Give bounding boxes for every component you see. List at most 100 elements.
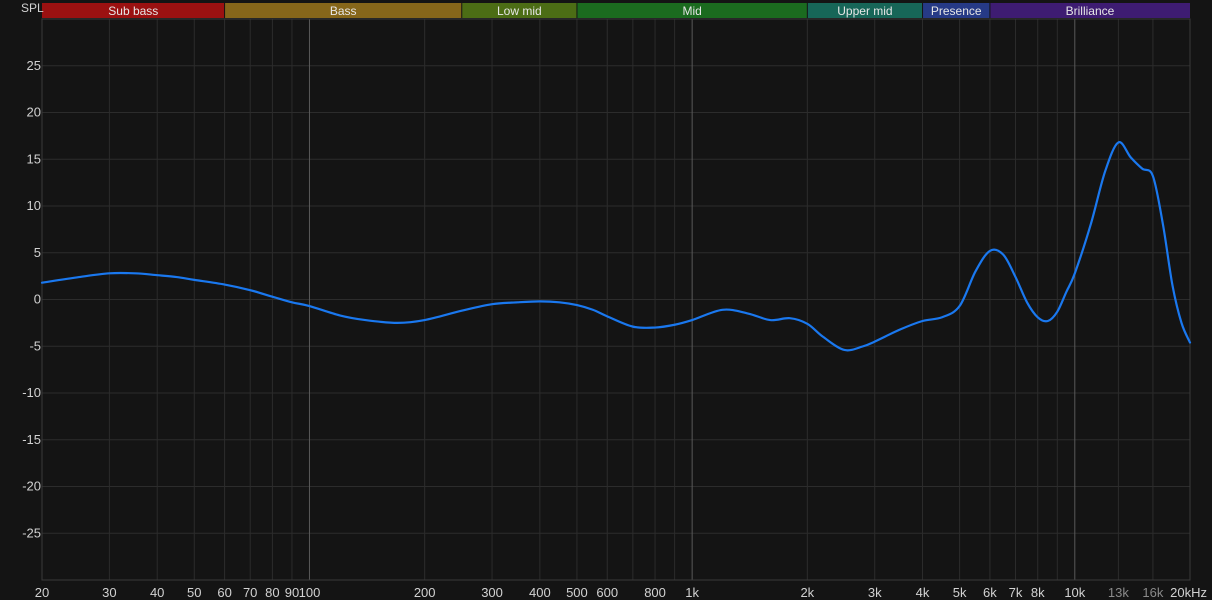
- data-point: [1056, 310, 1059, 313]
- x-tick-label: 8k: [1031, 585, 1045, 600]
- data-point: [558, 301, 561, 304]
- data-point: [989, 250, 991, 252]
- y-tick-label: -10: [22, 385, 41, 400]
- data-point: [673, 323, 676, 326]
- band-label-presence: Presence: [931, 4, 982, 18]
- y-tick-label: 5: [34, 245, 41, 260]
- x-tick-label: 80: [265, 585, 279, 600]
- data-point: [78, 276, 80, 278]
- data-point: [156, 274, 158, 276]
- data-point: [1180, 322, 1183, 324]
- data-point: [338, 314, 341, 317]
- data-point: [591, 308, 594, 311]
- x-tick-label: 7k: [1009, 585, 1023, 600]
- y-tick-label: -15: [22, 432, 41, 447]
- x-tick-label: 40: [150, 585, 164, 600]
- data-point: [1152, 175, 1154, 177]
- x-tick-label: 16k: [1142, 585, 1163, 600]
- data-point: [364, 319, 367, 321]
- x-tick-label: 100: [299, 585, 321, 600]
- data-point: [1129, 156, 1132, 159]
- data-point: [308, 305, 311, 307]
- data-point: [41, 281, 43, 284]
- band-label-mid: Mid: [682, 4, 701, 18]
- x-tick-label: 3k: [868, 585, 882, 600]
- x-tick-label: 20kHz: [1170, 585, 1207, 600]
- data-point: [1171, 284, 1174, 287]
- y-tick-label: -25: [22, 525, 41, 540]
- y-axis-title: SPL: [21, 1, 44, 15]
- data-point: [576, 304, 578, 306]
- data-point: [1104, 170, 1106, 173]
- data-point: [1189, 341, 1191, 344]
- data-point: [941, 316, 943, 319]
- data-point: [632, 325, 634, 328]
- data-point: [193, 279, 196, 281]
- band-label-low-mid: Low mid: [497, 4, 542, 18]
- x-tick-label: 20: [35, 585, 49, 600]
- data-point: [958, 305, 961, 307]
- data-point: [271, 295, 274, 298]
- data-point: [291, 301, 293, 304]
- data-point: [539, 300, 541, 303]
- data-point: [873, 340, 876, 343]
- data-point: [843, 349, 846, 351]
- band-label-bass: Bass: [330, 4, 357, 18]
- data-point: [1162, 223, 1164, 226]
- y-tick-label: 25: [27, 58, 41, 73]
- x-tick-label: 4k: [916, 585, 930, 600]
- data-point: [1065, 291, 1068, 293]
- data-point: [1141, 167, 1143, 170]
- data-point: [1026, 301, 1028, 304]
- x-tick-label: 500: [566, 585, 588, 600]
- data-point: [899, 328, 902, 331]
- x-tick-label: 10k: [1064, 585, 1085, 600]
- y-tick-label: 0: [34, 292, 41, 307]
- data-point: [1117, 141, 1120, 144]
- band-label-upper-mid: Upper mid: [837, 4, 892, 18]
- data-point: [822, 336, 824, 338]
- data-point: [1074, 272, 1076, 275]
- y-tick-label: -5: [29, 338, 41, 353]
- data-point: [1036, 316, 1039, 319]
- data-point: [134, 272, 136, 275]
- data-point: [491, 303, 493, 305]
- data-point: [654, 326, 656, 329]
- x-tick-label: 600: [596, 585, 618, 600]
- frequency-response-chart: Sub bass Bass Low mid Mid Upper mid Presence B…: [0, 0, 1212, 600]
- x-tick-label: 800: [644, 585, 666, 600]
- data-point: [423, 319, 426, 321]
- x-tick-label: 400: [529, 585, 551, 600]
- y-tick-label: -20: [22, 479, 41, 494]
- x-tick-label: 1k: [685, 585, 699, 600]
- data-point: [249, 289, 251, 291]
- data-point: [789, 317, 791, 320]
- data-point: [769, 319, 772, 321]
- data-point: [974, 270, 977, 273]
- frequency-band-bar: Sub bass Bass Low mid Mid Upper mid Presence B…: [42, 3, 1190, 18]
- data-point: [721, 308, 724, 311]
- data-point: [516, 301, 519, 304]
- data-point: [396, 322, 399, 324]
- x-tick-label: 90: [285, 585, 299, 600]
- band-label-brilliance: Brilliance: [1066, 4, 1115, 18]
- data-point: [1014, 276, 1017, 278]
- x-tick-label: 200: [414, 585, 436, 600]
- data-point: [1047, 320, 1049, 322]
- data-point: [108, 272, 111, 275]
- x-tick-label: 300: [481, 585, 503, 600]
- data-point: [691, 319, 693, 321]
- y-tick-label: 20: [27, 105, 41, 120]
- y-tick-label: 10: [27, 198, 41, 213]
- x-tick-label: 60: [217, 585, 231, 600]
- data-point: [862, 345, 865, 348]
- x-tick-label: 50: [187, 585, 201, 600]
- y-tick-label: 15: [27, 151, 41, 166]
- data-point: [921, 320, 924, 322]
- data-point: [1002, 253, 1005, 256]
- band-label-sub-bass: Sub bass: [108, 4, 158, 18]
- data-point: [223, 283, 226, 286]
- data-point: [806, 323, 809, 325]
- data-point: [747, 312, 749, 315]
- x-tick-label: 13k: [1108, 585, 1129, 600]
